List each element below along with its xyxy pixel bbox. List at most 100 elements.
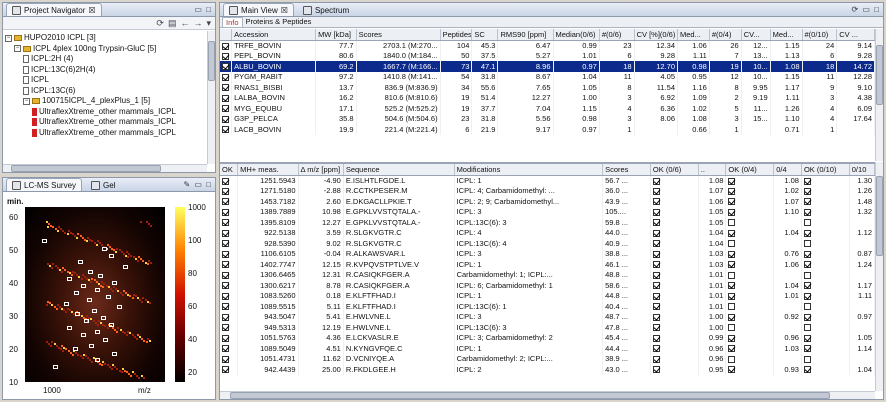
peptide-row[interactable]: 1300.6217 8.78 R.CASIQKFGER.A ICPL: 6; Carb…: [220, 280, 875, 291]
subtab-info[interactable]: Info: [222, 17, 243, 27]
checkbox[interactable]: [652, 366, 660, 374]
feature-box[interactable]: [102, 247, 107, 252]
menu-icon[interactable]: ▾: [206, 18, 211, 29]
checkbox[interactable]: [803, 355, 811, 363]
ok-06-checkbox-cell[interactable]: [650, 175, 699, 186]
protein-row[interactable]: LACB_BOVIN 19.9 221.4 (M:221.4) 6 21.9 9.17 0.…: [220, 124, 875, 135]
row-checkbox[interactable]: [220, 290, 239, 301]
checkbox[interactable]: [222, 126, 229, 134]
row-checkbox[interactable]: [220, 196, 239, 207]
checkbox[interactable]: [728, 282, 736, 290]
peptide-row[interactable]: 1306.6465 12.31 R.CASIQKFGER.A Carbamidomet…: [220, 269, 875, 280]
checkbox[interactable]: [222, 187, 229, 195]
row-checkbox[interactable]: [220, 322, 239, 333]
feature-box[interactable]: [78, 259, 84, 264]
row-checkbox[interactable]: [220, 185, 239, 196]
checkbox[interactable]: [803, 198, 811, 206]
column-header[interactable]: CV...: [741, 29, 771, 41]
row-checkbox[interactable]: [220, 332, 239, 343]
feature-box[interactable]: [72, 347, 78, 351]
checkbox[interactable]: [222, 366, 229, 374]
ok-010-checkbox-cell[interactable]: [801, 227, 850, 238]
feature-box[interactable]: [75, 312, 81, 316]
checkbox[interactable]: [728, 229, 736, 237]
checkbox[interactable]: [728, 250, 736, 258]
ok-010-checkbox-cell[interactable]: [801, 364, 850, 375]
ok-010-checkbox-cell[interactable]: [801, 238, 850, 249]
feature-box[interactable]: [103, 338, 109, 343]
column-header[interactable]: Scores: [356, 29, 441, 41]
ok-06-checkbox-cell[interactable]: [650, 196, 699, 207]
checkbox[interactable]: [222, 229, 229, 237]
ok-04-checkbox-cell[interactable]: [725, 196, 775, 207]
protein-row[interactable]: ALBU_BOVIN 69.2 1667.7 (M:166... 73 47.1 8.96…: [220, 61, 875, 72]
checkbox[interactable]: [222, 208, 229, 216]
feature-box[interactable]: [123, 264, 128, 269]
tree-hscroll[interactable]: [3, 164, 207, 172]
row-checkbox[interactable]: [220, 238, 239, 249]
feature-box[interactable]: [88, 270, 93, 274]
checkbox[interactable]: [728, 198, 736, 206]
column-header[interactable]: RMS90 [ppm]: [497, 29, 554, 41]
forward-icon[interactable]: →: [193, 18, 202, 28]
row-checkbox[interactable]: [220, 61, 233, 72]
peptide-row[interactable]: 942.4439 25.00 R.FKDLGEE.H ICPL: 2 43.0 ... 0…: [220, 364, 875, 375]
checkbox[interactable]: [222, 52, 229, 60]
feature-box[interactable]: [86, 298, 92, 302]
checkbox[interactable]: [728, 240, 736, 248]
column-header[interactable]: Modifications: [454, 164, 604, 176]
checkbox[interactable]: [222, 94, 229, 102]
checkbox[interactable]: [803, 366, 811, 374]
ok-010-checkbox-cell[interactable]: [801, 290, 850, 301]
checkbox[interactable]: [222, 73, 229, 81]
ok-06-checkbox-cell[interactable]: [650, 259, 699, 270]
row-checkbox[interactable]: [220, 206, 239, 217]
checkbox[interactable]: [728, 271, 736, 279]
column-header[interactable]: #(0/10): [802, 29, 838, 41]
feature-box[interactable]: [74, 291, 79, 295]
ok-010-checkbox-cell[interactable]: [801, 175, 850, 186]
ok-06-checkbox-cell[interactable]: [650, 353, 699, 364]
checkbox[interactable]: [652, 177, 660, 185]
ok-04-checkbox-cell[interactable]: [725, 280, 775, 291]
tree-node[interactable]: ICPL:13C(6): [5, 86, 205, 97]
checkbox[interactable]: [222, 177, 229, 185]
column-header[interactable]: Δ m/z [ppm]: [298, 164, 344, 176]
tree-vscroll[interactable]: [207, 31, 215, 164]
checkbox[interactable]: [222, 63, 229, 71]
column-header[interactable]: MW [kDa]: [315, 29, 357, 41]
column-header[interactable]: Med...: [677, 29, 710, 41]
tab-project-navigator[interactable]: Project Navigator ☒: [6, 3, 102, 16]
ok-04-checkbox-cell[interactable]: [725, 364, 775, 375]
main-hscroll[interactable]: [220, 391, 875, 399]
ok-06-checkbox-cell[interactable]: [650, 311, 699, 322]
column-header[interactable]: #(0/6): [599, 29, 635, 41]
checkbox[interactable]: [222, 240, 229, 248]
column-header[interactable]: OK: [220, 164, 239, 176]
ok-06-checkbox-cell[interactable]: [650, 238, 699, 249]
peptide-row[interactable]: 1395.8109 12.27 E.GPKLVVSTQTALA.- ICPL:13C(…: [220, 217, 875, 228]
ok-04-checkbox-cell[interactable]: [725, 353, 775, 364]
ok-04-checkbox-cell[interactable]: [725, 248, 775, 259]
ok-010-checkbox-cell[interactable]: [801, 248, 850, 259]
checkbox[interactable]: [728, 303, 736, 311]
row-checkbox[interactable]: [220, 248, 239, 259]
feature-box[interactable]: [67, 326, 72, 330]
peptide-row[interactable]: 949.5313 12.19 E.HWLVNE.L ICPL:13C(6): 3 47.…: [220, 322, 875, 333]
checkbox[interactable]: [803, 177, 811, 185]
checkbox[interactable]: [803, 187, 811, 195]
row-checkbox[interactable]: [220, 124, 233, 135]
checkbox[interactable]: [652, 303, 660, 311]
row-checkbox[interactable]: [220, 301, 239, 312]
row-checkbox[interactable]: [220, 92, 233, 103]
collapse-toggle-icon[interactable]: −: [14, 45, 21, 53]
ok-06-checkbox-cell[interactable]: [650, 185, 699, 196]
checkbox[interactable]: [728, 187, 736, 195]
feature-box[interactable]: [41, 238, 47, 243]
row-checkbox[interactable]: [220, 343, 239, 354]
feature-box[interactable]: [109, 322, 114, 327]
tree-node[interactable]: UltraflexXtreme_other mammals_ICPL: [5, 128, 205, 139]
protein-row[interactable]: TRFE_BOVIN 77.7 2703.1 (M:270... 104 45.3 6.4…: [220, 40, 875, 51]
row-checkbox[interactable]: [220, 311, 239, 322]
ok-010-checkbox-cell[interactable]: [801, 185, 850, 196]
